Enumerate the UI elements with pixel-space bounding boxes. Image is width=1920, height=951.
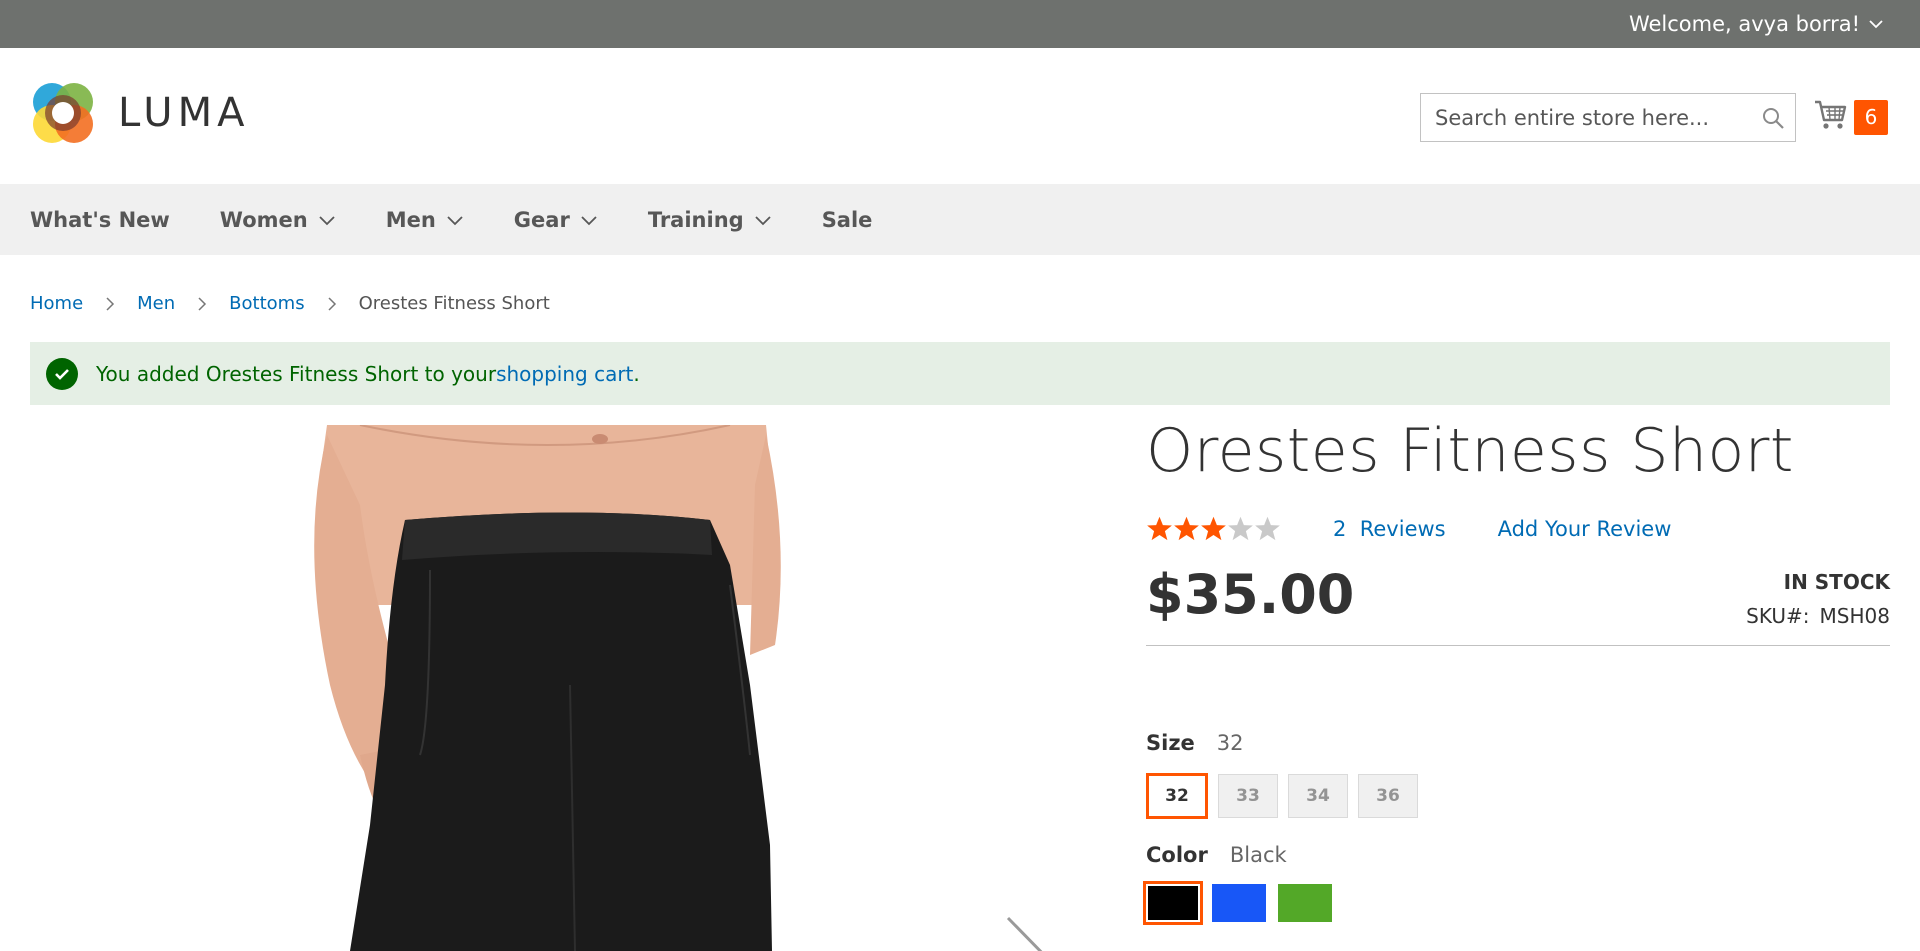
size-swatches: 32 33 34 36 (1146, 773, 1418, 819)
product-price: $35.00 (1146, 563, 1355, 626)
divider (1146, 645, 1890, 646)
nav-item-sale[interactable]: Sale (822, 208, 873, 232)
color-option-label: Color Black (1146, 843, 1287, 867)
color-swatches (1143, 881, 1332, 925)
star-empty-icon (1228, 516, 1253, 541)
check-circle-icon (46, 357, 78, 390)
size-option-label: Size 32 (1146, 731, 1244, 755)
color-label: Color (1146, 843, 1208, 867)
nav-item-label[interactable]: Men (386, 208, 436, 232)
nav-item-label[interactable]: Gear (514, 208, 570, 232)
add-review-link[interactable]: Add Your Review (1498, 517, 1672, 541)
message-text: You added Orestes Fitness Short to your (96, 361, 497, 386)
size-option-36[interactable]: 36 (1358, 774, 1418, 818)
nav-item-label[interactable]: What's New (30, 208, 170, 232)
cart-icon[interactable] (1814, 99, 1848, 135)
nav-item-label[interactable]: Training (648, 208, 744, 232)
size-option-32[interactable]: 32 (1146, 773, 1208, 819)
reviews-label[interactable]: Reviews (1360, 517, 1446, 541)
sku-label: SKU#: (1746, 604, 1810, 628)
breadcrumb-home[interactable]: Home (30, 293, 83, 314)
chevron-right-icon (327, 296, 337, 311)
nav-item-whats-new[interactable]: What's New (30, 208, 170, 232)
welcome-text[interactable]: Welcome, avya borra! (1629, 12, 1860, 36)
chevron-right-icon (197, 296, 207, 311)
rating-stars (1146, 515, 1281, 542)
message-suffix: . (633, 361, 640, 386)
chevron-down-icon[interactable] (446, 211, 464, 229)
product-image[interactable] (30, 425, 1100, 951)
stock-status: IN STOCK (1783, 570, 1890, 594)
top-bar: Welcome, avya borra! (0, 0, 1920, 48)
luma-logo-icon (33, 83, 93, 143)
nav-item-label[interactable]: Sale (822, 208, 873, 232)
breadcrumb-current: Orestes Fitness Short (358, 293, 550, 314)
star-filled-icon (1201, 516, 1226, 541)
breadcrumb-bottoms[interactable]: Bottoms (229, 293, 304, 314)
shopping-cart-link[interactable]: shopping cart (496, 362, 633, 386)
breadcrumb-men[interactable]: Men (137, 293, 175, 314)
size-option-34[interactable]: 34 (1288, 774, 1348, 818)
sku-value: MSH08 (1819, 604, 1890, 628)
main-navigation: What's New Women Men Gear Training Sale (0, 184, 1920, 255)
size-label: Size (1146, 731, 1195, 755)
nav-item-label[interactable]: Women (220, 208, 308, 232)
star-filled-icon (1174, 516, 1199, 541)
reviews-link[interactable]: 2 Reviews (1333, 517, 1446, 541)
product-rating: 2 Reviews Add Your Review (1146, 515, 1723, 542)
chevron-down-icon[interactable] (754, 211, 772, 229)
cart-count-badge[interactable]: 6 (1854, 99, 1888, 135)
product-sku: SKU#: MSH08 (1746, 604, 1890, 628)
success-message: You added Orestes Fitness Short to your … (30, 342, 1890, 405)
color-option-blue[interactable] (1212, 884, 1266, 922)
chevron-right-icon (105, 296, 115, 311)
search-input[interactable] (1421, 94, 1751, 141)
star-filled-icon (1147, 516, 1172, 541)
product-title: Orestes Fitness Short (1146, 416, 1794, 486)
nav-item-women[interactable]: Women (220, 208, 336, 232)
customer-welcome-menu[interactable]: Welcome, avya borra! (1629, 0, 1884, 48)
chevron-down-icon[interactable] (318, 211, 336, 229)
chevron-down-icon[interactable] (580, 211, 598, 229)
color-selected: Black (1229, 843, 1287, 867)
logo-text: LUMA (118, 90, 250, 136)
chevron-down-icon[interactable] (1868, 16, 1884, 32)
nav-item-training[interactable]: Training (648, 208, 772, 232)
color-option-black[interactable] (1143, 881, 1203, 925)
reviews-count[interactable]: 2 (1333, 517, 1346, 541)
star-empty-icon (1255, 516, 1280, 541)
nav-item-men[interactable]: Men (386, 208, 464, 232)
store-logo[interactable]: LUMA (30, 80, 249, 146)
nav-item-gear[interactable]: Gear (514, 208, 598, 232)
color-option-green[interactable] (1278, 884, 1332, 922)
search-icon[interactable] (1751, 106, 1795, 130)
size-selected: 32 (1216, 731, 1244, 755)
size-option-33[interactable]: 33 (1218, 774, 1278, 818)
minicart-button[interactable]: 6 (1814, 99, 1888, 135)
search-box[interactable] (1420, 93, 1796, 142)
breadcrumb: Home Men Bottoms Orestes Fitness Short (30, 293, 550, 314)
